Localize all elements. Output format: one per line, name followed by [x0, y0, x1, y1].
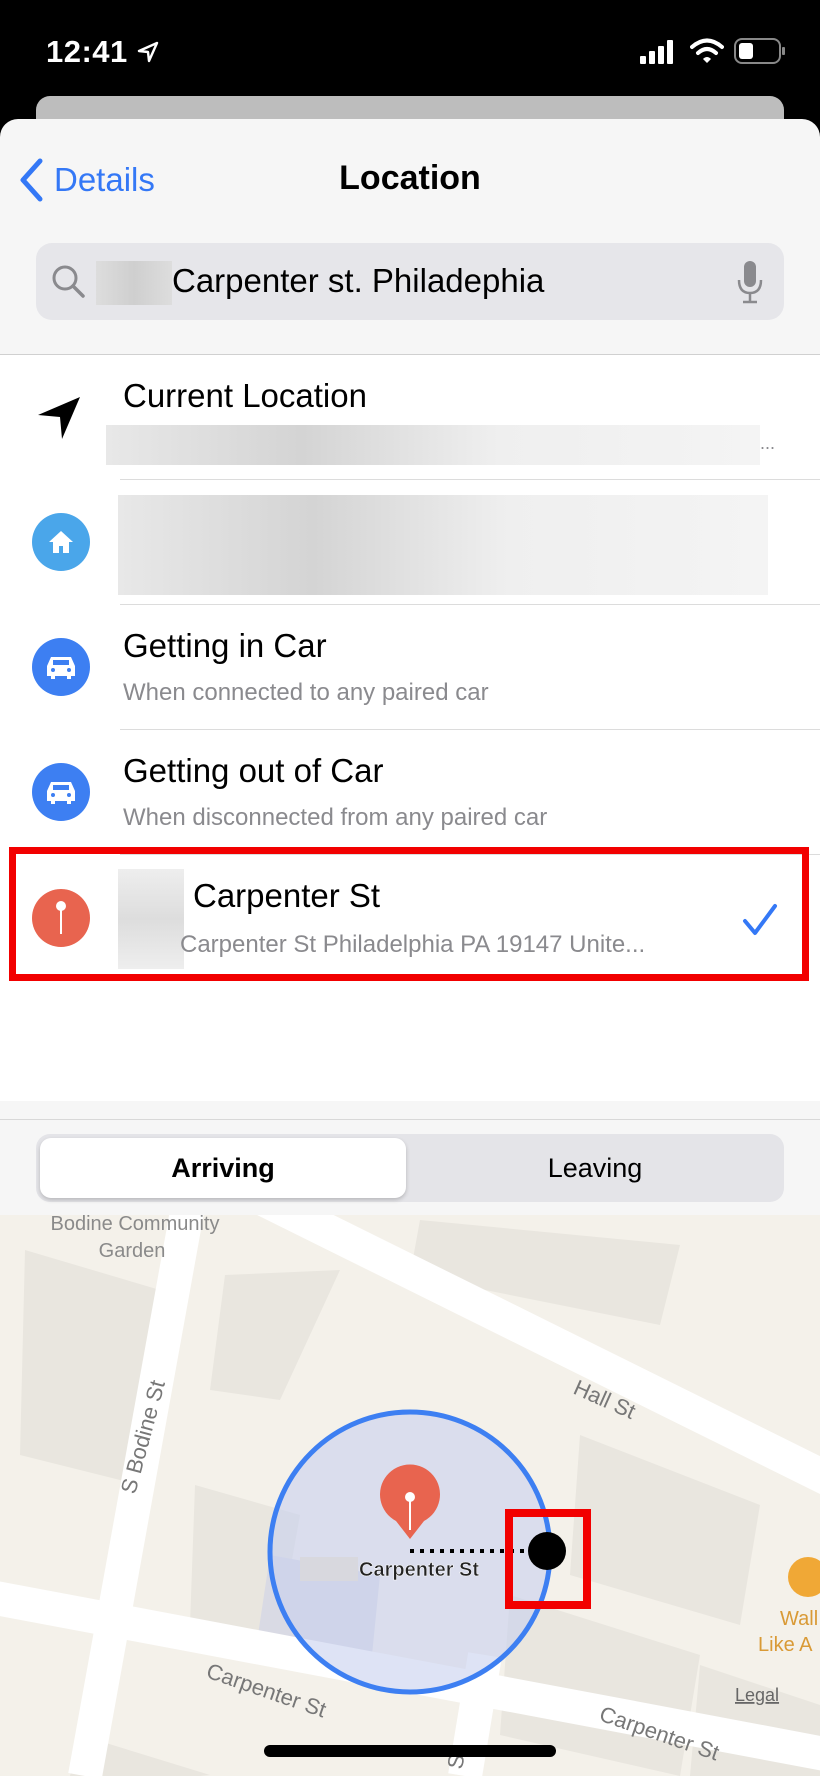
microphone-icon[interactable] — [736, 260, 764, 304]
list-item-getting-out-of-car[interactable]: Getting out of Car When disconnected fro… — [0, 730, 820, 855]
wifi-icon — [690, 38, 724, 63]
item-title: Current Location — [123, 377, 367, 414]
map-view[interactable]: Bodine Community Garden S Bodine St Hall… — [0, 1215, 820, 1776]
redacted-text — [96, 261, 172, 305]
highlight-box — [9, 847, 809, 981]
location-sheet: Details Location Carpenter st. Philadeph… — [0, 119, 820, 1776]
car-icon — [32, 763, 90, 821]
truncation-ellipsis: ... — [760, 433, 776, 453]
poi-icon[interactable] — [788, 1557, 820, 1597]
item-title: Getting out of Car — [123, 752, 384, 789]
map-pin-label: Carpenter St — [359, 1559, 479, 1581]
list-item-current-location[interactable]: Current Location ... — [0, 355, 820, 480]
segment-leaving[interactable]: Leaving — [412, 1138, 778, 1198]
map-label-garden-line2: Garden — [99, 1240, 166, 1262]
search-value: Carpenter st. Philadephia — [172, 262, 545, 299]
cellular-signal-icon — [640, 40, 673, 64]
list-item-home[interactable] — [0, 480, 820, 605]
home-indicator[interactable] — [264, 1745, 556, 1757]
trigger-bar: Arriving Leaving — [0, 1119, 820, 1215]
battery-icon — [734, 38, 785, 64]
redacted-text — [118, 495, 768, 595]
legal-link[interactable]: Legal — [735, 1685, 779, 1705]
status-time: 12:41 — [46, 34, 128, 69]
radius-drag-handle[interactable] — [528, 1532, 566, 1570]
map-poi-label-line1: Wall — [780, 1608, 818, 1630]
segment-arriving[interactable]: Arriving — [40, 1138, 406, 1198]
map-poi-label-line2: Like A — [758, 1634, 813, 1656]
home-icon — [32, 513, 90, 571]
search-icon — [52, 265, 85, 298]
car-icon — [32, 638, 90, 696]
location-arrow-icon — [38, 397, 80, 439]
arriving-leaving-segmented-control[interactable]: Arriving Leaving — [36, 1134, 784, 1202]
item-subtitle: When disconnected from any paired car — [123, 804, 548, 831]
status-bar: 12:41 — [0, 0, 820, 96]
map-label-garden-line1: Bodine Community — [51, 1215, 220, 1235]
item-title: Getting in Car — [123, 627, 327, 664]
redacted-text — [300, 1557, 358, 1581]
page-title: Location — [339, 159, 481, 197]
list-item-getting-in-car[interactable]: Getting in Car When connected to any pai… — [0, 605, 820, 730]
item-subtitle: When connected to any paired car — [123, 679, 489, 706]
redacted-text — [106, 425, 760, 465]
location-arrow-icon — [137, 41, 159, 63]
location-list: Current Location ... Getting in Car When… — [0, 354, 820, 1219]
search-input[interactable]: Carpenter st. Philadephia — [36, 243, 784, 320]
